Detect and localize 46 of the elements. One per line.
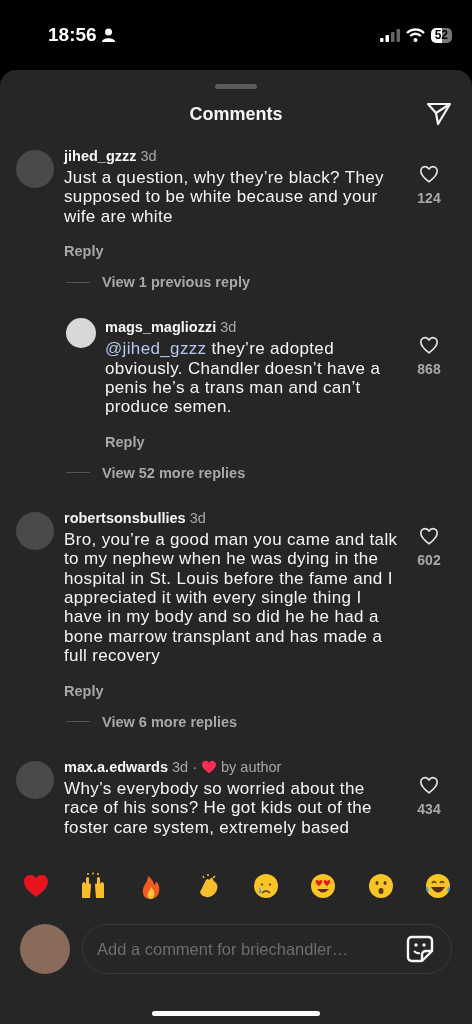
heart-icon [200, 759, 217, 774]
reply-link[interactable]: Reply [64, 243, 104, 260]
comment-text: Why’s everybody so worried about the race of his sons? He got kids out of the foster care system, extremely based [64, 778, 373, 837]
separator-dot: · [192, 757, 197, 776]
like-count: 124 [417, 190, 441, 206]
username[interactable]: max.a.edwards [64, 757, 168, 776]
like-count: 868 [417, 361, 441, 378]
reply-link[interactable]: Reply [64, 682, 104, 699]
heart-outline-icon[interactable] [419, 775, 439, 794]
send-icon[interactable] [426, 102, 452, 126]
comment-time: 3d [140, 147, 157, 165]
username[interactable]: mags_magliozzi [105, 318, 217, 337]
clock-time: 18:56 [48, 24, 97, 46]
battery-icon: 52 [430, 27, 452, 43]
view-replies-link[interactable]: View 52 more replies [102, 464, 246, 481]
username[interactable]: jihed_gzzz [64, 147, 137, 165]
surprised-face-icon[interactable] [366, 872, 395, 900]
comment-text: Just a question, why they’re black? They supposed to be white because and your wife are white [64, 168, 385, 227]
heart-eyes-face-icon[interactable] [309, 872, 338, 900]
comment-input-field[interactable]: Add a comment for briechandler… [82, 924, 452, 974]
comment-time: 3d [220, 318, 237, 337]
view-replies-link[interactable]: View 1 previous reply [102, 274, 251, 291]
reply-link[interactable]: Reply [105, 433, 145, 450]
laughing-face-icon[interactable] [423, 872, 452, 900]
comment-text: Bro, you’re a good man you came and talk to my nephew when he was dying in the hospital in St. Louis before the fame and I appreciated it with every single thing I have in my body and so did he he had a bone marrow transplant and has made a full recovery [64, 529, 398, 666]
crying-face-icon[interactable] [251, 872, 280, 900]
drag-handle[interactable] [215, 84, 257, 89]
heart-outline-icon[interactable] [419, 336, 439, 355]
sticker-icon[interactable] [406, 935, 434, 963]
comment-time: 3d [189, 508, 206, 527]
heart-outline-icon[interactable] [419, 526, 439, 545]
like-count: 434 [417, 800, 441, 817]
signal-icon [379, 28, 400, 42]
avatar-placeholder[interactable] [66, 318, 96, 349]
username[interactable]: robertsonsbullies [64, 508, 186, 527]
person-icon [101, 28, 115, 42]
like-count: 602 [417, 551, 441, 568]
heart-emoji-icon[interactable] [22, 872, 50, 900]
heart-outline-icon[interactable] [419, 165, 439, 183]
author-like-label: by author [220, 757, 282, 776]
sheet-title: Comments [189, 103, 283, 125]
view-replies-link[interactable]: View 6 more replies [102, 713, 238, 730]
comment-text: @jihed_gzzz they’re adopted obviously. Chandler doesn’t have a penis he’s a trans man and can’t produce semen. [105, 339, 382, 417]
comment-time: 3d [172, 757, 189, 776]
user-avatar-placeholder [20, 924, 70, 974]
wifi-icon [405, 28, 425, 42]
